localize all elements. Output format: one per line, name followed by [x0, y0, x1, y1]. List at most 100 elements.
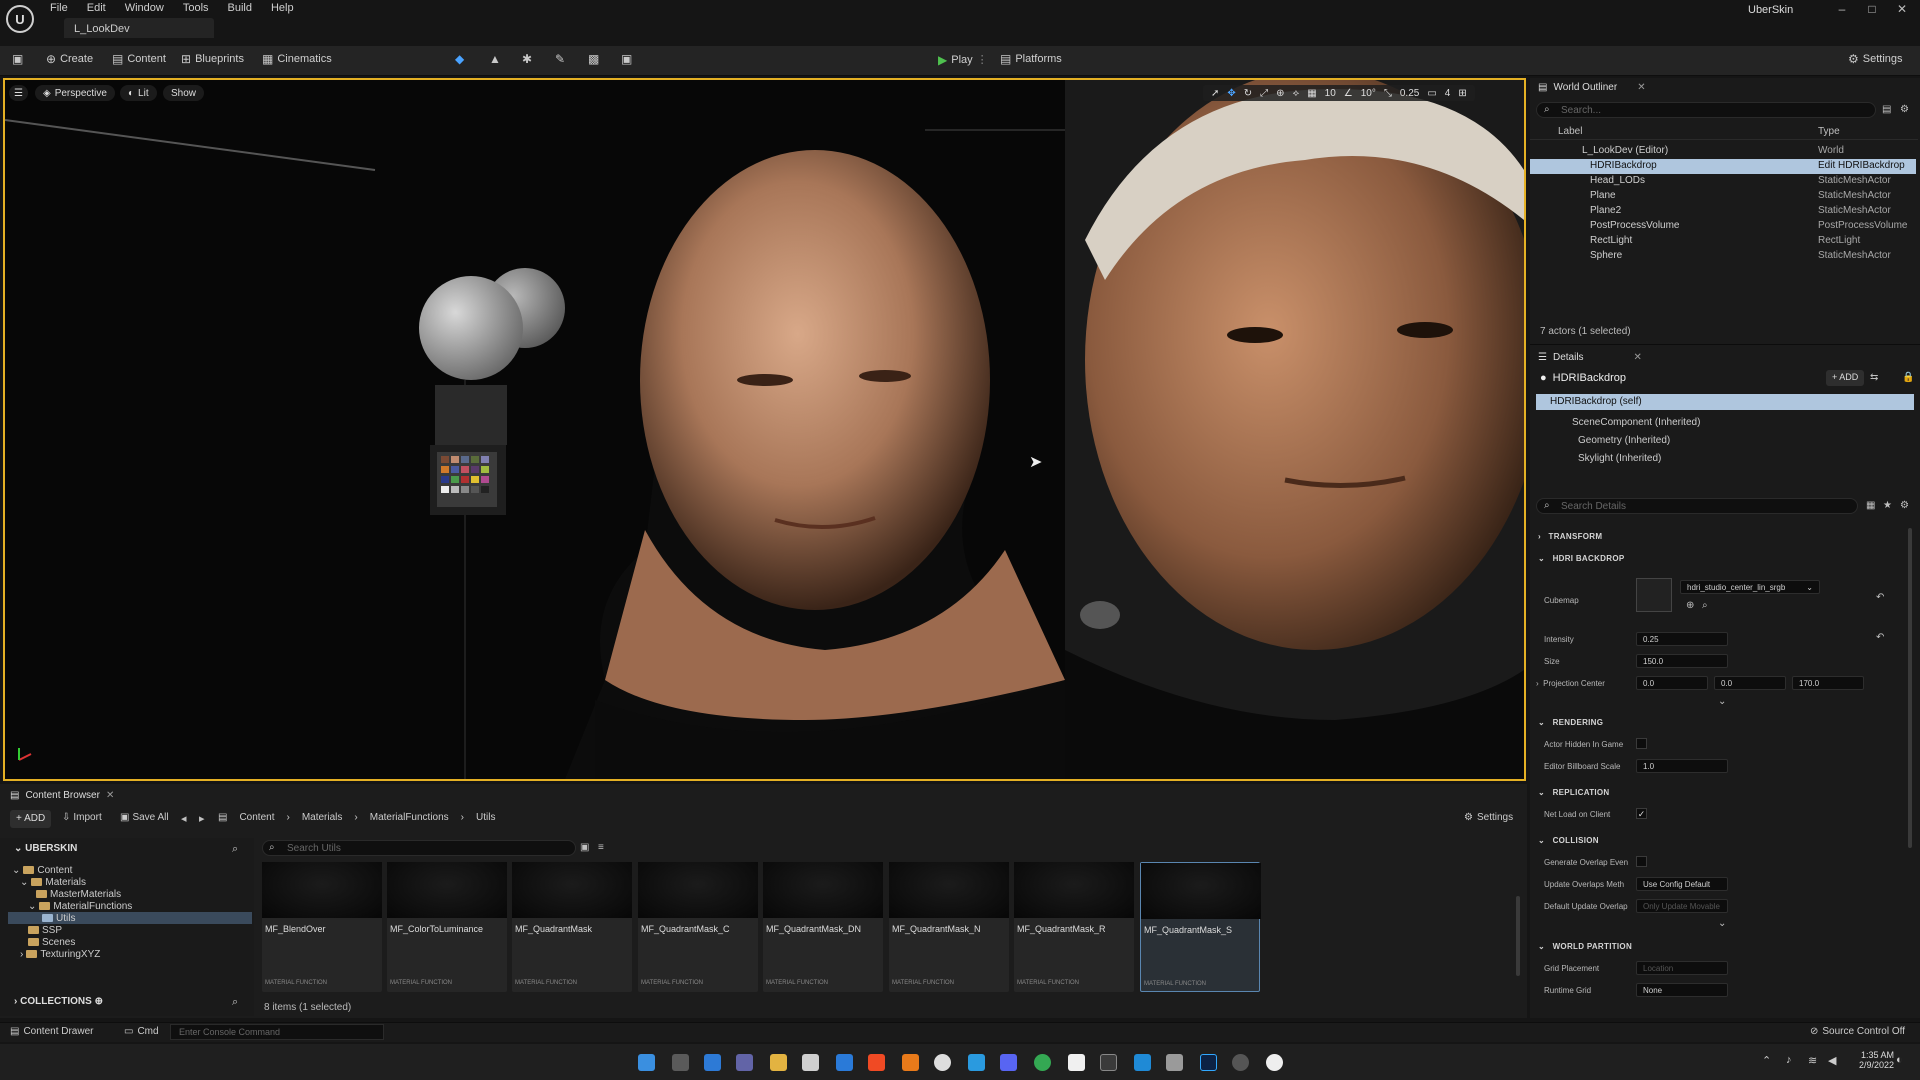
widgets-icon[interactable]: [704, 1054, 721, 1071]
gear-icon[interactable]: ⚙: [1900, 500, 1909, 511]
asset-tile[interactable]: MF_QuadrantMask_DN MATERIAL FUNCTION: [763, 862, 883, 992]
world-outliner-tab[interactable]: ▤ World Outliner ✕: [1538, 78, 1646, 96]
world-space-icon[interactable]: ⊕: [1276, 88, 1284, 99]
tray-chevron-icon[interactable]: ⌃: [1762, 1054, 1771, 1067]
unreal-logo-icon[interactable]: U: [6, 5, 34, 33]
camera-speed-icon[interactable]: ▭: [1427, 88, 1436, 99]
col-type[interactable]: Type: [1818, 126, 1840, 137]
asset-tile-selected[interactable]: MF_QuadrantMask_S MATERIAL FUNCTION: [1140, 862, 1261, 992]
tree-item-scenes[interactable]: Scenes: [28, 936, 75, 948]
cb-settings-button[interactable]: ⚙ Settings: [1464, 812, 1513, 823]
task-view-icon[interactable]: [672, 1054, 689, 1071]
projection-center-label[interactable]: › Projection Center: [1536, 679, 1605, 688]
create-button[interactable]: ⊕ Create: [46, 53, 93, 65]
add-button[interactable]: + ADD: [10, 810, 52, 828]
reset-icon[interactable]: ↶: [1876, 632, 1884, 643]
play-button[interactable]: ▶ Play ⋮: [938, 53, 988, 67]
col-label[interactable]: Label: [1558, 126, 1582, 137]
search-icon[interactable]: ⌕: [232, 843, 238, 856]
console-input[interactable]: Enter Console Command: [170, 1024, 384, 1040]
chrome-icon[interactable]: [1034, 1054, 1051, 1071]
surface-snap-icon[interactable]: ⟡: [1293, 88, 1300, 99]
show-button[interactable]: Show: [163, 85, 205, 101]
menu-edit[interactable]: Edit: [87, 2, 106, 14]
cubemap-dropdown[interactable]: hdri_studio_center_lin_srgb ⌄: [1680, 580, 1820, 594]
close-icon[interactable]: ✕: [1634, 352, 1642, 363]
section-collision[interactable]: ⌄ COLLISION: [1538, 836, 1908, 852]
settings-button[interactable]: ⚙ Settings: [1848, 53, 1903, 65]
close-icon[interactable]: ✕: [106, 790, 114, 801]
unreal-engine-icon[interactable]: [1266, 1054, 1283, 1071]
store-icon[interactable]: [802, 1054, 819, 1071]
back-icon[interactable]: ◂: [181, 812, 187, 825]
app-icon[interactable]: [1166, 1054, 1183, 1071]
save-search-icon[interactable]: ▣: [580, 842, 589, 853]
billboard-scale-input[interactable]: 1.0: [1636, 759, 1728, 773]
sources-root[interactable]: ⌄ UBERSKIN: [14, 843, 77, 854]
vscode-icon[interactable]: [1134, 1054, 1151, 1071]
forward-icon[interactable]: ▸: [199, 812, 205, 825]
app-icon[interactable]: [968, 1054, 985, 1071]
search-icon[interactable]: ⌕: [1702, 600, 1708, 611]
layout-icon[interactable]: ⊞: [1458, 88, 1466, 99]
cubemap-thumbnail[interactable]: [1636, 578, 1672, 612]
gear-icon[interactable]: ⚙: [1900, 104, 1909, 115]
section-replication[interactable]: ⌄ REPLICATION: [1538, 788, 1908, 804]
scale-tool-icon[interactable]: ⤢: [1260, 88, 1268, 99]
discord-icon[interactable]: [1000, 1054, 1017, 1071]
tree-item-utils-selected[interactable]: Utils: [8, 912, 252, 924]
outliner-row[interactable]: Sphere StaticMeshActor: [1530, 249, 1916, 264]
hidden-in-game-checkbox[interactable]: [1636, 738, 1647, 749]
component-row[interactable]: Skylight (Inherited): [1578, 453, 1661, 464]
component-self-row[interactable]: HDRIBackdrop (self): [1536, 394, 1914, 410]
projection-x-input[interactable]: 0.0: [1636, 676, 1708, 690]
brave-browser-icon[interactable]: [868, 1054, 885, 1071]
outliner-row-selected[interactable]: HDRIBackdrop Edit HDRIBackdrop: [1530, 159, 1916, 174]
clock[interactable]: 1:35 AM 2/9/2022: [1854, 1050, 1894, 1070]
asset-search-input[interactable]: Search Utils: [262, 840, 576, 856]
rotate-tool-icon[interactable]: ↻: [1244, 88, 1252, 99]
breadcrumb-content[interactable]: Content: [239, 812, 274, 823]
angle-snap-icon[interactable]: ∠: [1344, 88, 1353, 99]
tree-item-mastermaterials[interactable]: MasterMaterials: [36, 888, 121, 900]
viewport-menu-icon[interactable]: ☰: [9, 85, 28, 101]
app-icon[interactable]: [1232, 1054, 1249, 1071]
star-icon[interactable]: ★: [1883, 500, 1892, 511]
asset-tile[interactable]: MF_BlendOver MATERIAL FUNCTION: [262, 862, 382, 992]
foliage-mode-icon[interactable]: ✱: [522, 53, 532, 65]
content-browser-tab[interactable]: ▤ Content Browser ✕: [10, 786, 114, 804]
notification-icon[interactable]: ◐: [1896, 1054, 1903, 1066]
chat-icon[interactable]: [736, 1054, 753, 1071]
content-drawer-button[interactable]: ▤ Content Drawer: [10, 1026, 93, 1037]
tree-item-texturingxyz[interactable]: › TexturingXYZ: [20, 948, 100, 960]
menu-tools[interactable]: Tools: [183, 2, 209, 14]
wifi-icon[interactable]: ≋: [1808, 1054, 1817, 1067]
photoshop-icon[interactable]: [1200, 1054, 1217, 1071]
generate-overlap-checkbox[interactable]: [1636, 856, 1647, 867]
outliner-row[interactable]: Plane StaticMeshActor: [1530, 189, 1916, 204]
details-tab[interactable]: ☰ Details ✕: [1538, 348, 1642, 366]
github-icon[interactable]: [934, 1054, 951, 1071]
cmd-button[interactable]: ▭ Cmd: [124, 1026, 159, 1037]
tree-item-materialfunctions[interactable]: ⌄ MaterialFunctions: [28, 900, 132, 912]
expand-advanced-icon[interactable]: ⌄: [1718, 918, 1726, 929]
section-rendering[interactable]: ⌄ RENDERING: [1538, 718, 1908, 734]
perspective-button[interactable]: ◈ Perspective: [35, 85, 115, 101]
platforms-button[interactable]: ▤ Platforms: [1000, 53, 1062, 65]
select-tool-icon[interactable]: ➚: [1211, 88, 1219, 99]
start-icon[interactable]: [638, 1054, 655, 1071]
notepad-icon[interactable]: [1068, 1054, 1085, 1071]
tree-item-materials[interactable]: ⌄ Materials: [20, 876, 86, 888]
asset-tile[interactable]: MF_QuadrantMask_C MATERIAL FUNCTION: [638, 862, 758, 992]
menu-build[interactable]: Build: [228, 2, 252, 14]
sublime-icon[interactable]: [902, 1054, 919, 1071]
level-viewport[interactable]: ☰ ◈ Perspective ◐ Lit Show ➚ ✥ ↻ ⤢ ⊕ ⟡ ▦ 10…: [3, 78, 1526, 781]
section-world-partition[interactable]: ⌄ WORLD PARTITION: [1538, 942, 1908, 958]
table-view-icon[interactable]: ▦: [1866, 500, 1875, 511]
blueprint-icon[interactable]: ⇆: [1870, 372, 1878, 383]
geometry-mode-icon[interactable]: ▣: [621, 53, 632, 65]
volume-icon[interactable]: ◀: [1828, 1054, 1836, 1067]
component-row[interactable]: SceneComponent (Inherited): [1572, 417, 1700, 428]
source-control-button[interactable]: ⊘ Source Control Off: [1810, 1026, 1905, 1037]
outliner-row[interactable]: Head_LODs StaticMeshActor: [1530, 174, 1916, 189]
